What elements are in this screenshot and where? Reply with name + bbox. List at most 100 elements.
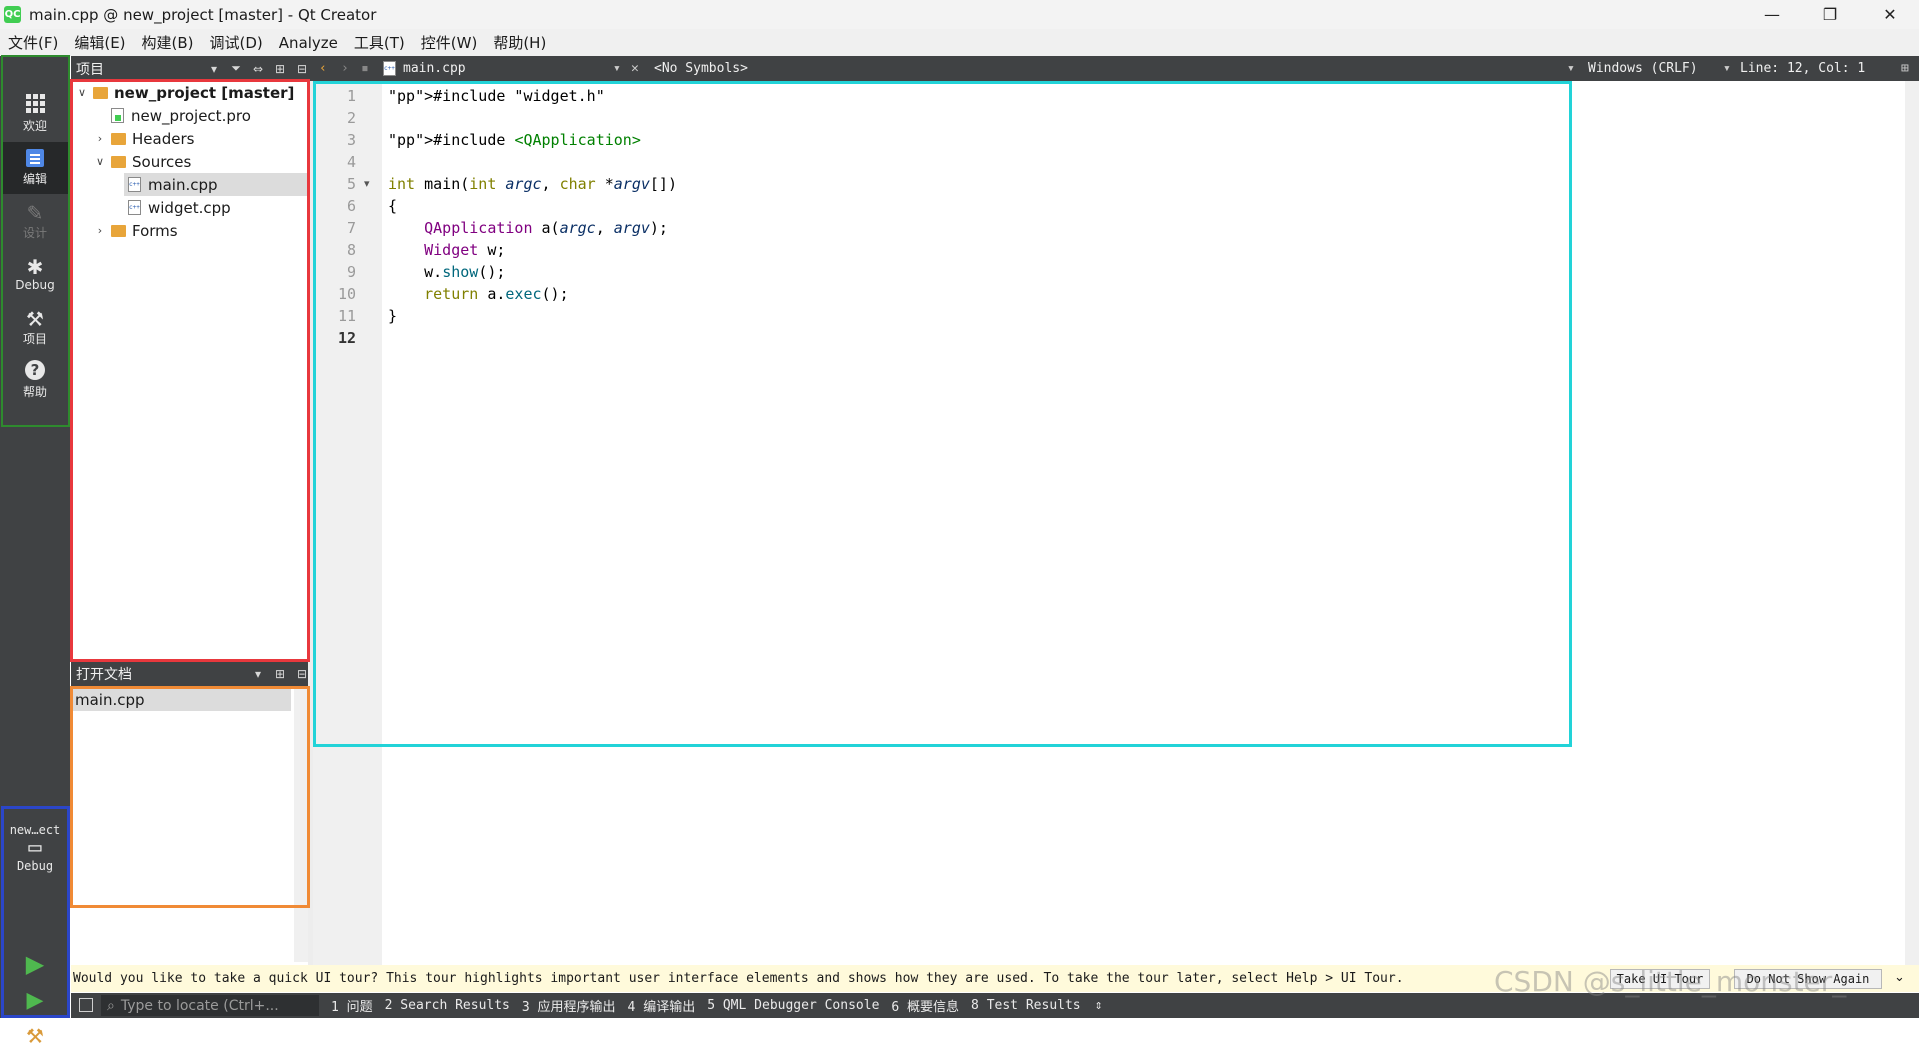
menu-bar: 文件(F) 编辑(E) 构建(B) 调试(D) Analyze 工具(T) 控件… <box>0 29 1919 56</box>
output-pane-tests[interactable]: 8 Test Results <box>971 998 1081 1013</box>
code-line: int main(int argc, char *argv[]) <box>388 175 677 193</box>
line-number: 8 <box>346 241 356 259</box>
link-icon[interactable]: ⇔ <box>247 62 269 76</box>
run-button[interactable]: ▶ <box>2 944 68 984</box>
mode-debug[interactable]: ✱ Debug <box>2 248 68 300</box>
menu-help[interactable]: 帮助(H) <box>485 32 554 53</box>
cpp-file-icon <box>128 177 141 192</box>
mode-help[interactable]: ? 帮助 <box>2 354 68 406</box>
file-selector[interactable]: main.cpp <box>383 56 466 81</box>
cpp-file-icon <box>383 61 396 76</box>
menu-file[interactable]: 文件(F) <box>0 32 66 53</box>
symbols-selector[interactable]: <No Symbols> <box>654 56 748 81</box>
tree-item-label: Forms <box>132 221 178 240</box>
pro-file-icon <box>111 108 124 123</box>
open-doc-label: main.cpp <box>75 690 145 709</box>
line-number: 3 <box>346 131 356 149</box>
line-ending-selector[interactable]: Windows (CRLF) <box>1588 56 1698 81</box>
split-icon[interactable]: ⊞ <box>269 62 291 76</box>
code-editor[interactable] <box>382 81 1919 965</box>
toggle-sidebar-icon[interactable] <box>79 998 93 1012</box>
projects-pane-title: 项目 <box>76 61 104 78</box>
mode-welcome-label: 欢迎 <box>22 119 47 133</box>
output-pane-app-output[interactable]: 3 应用程序输出 <box>522 996 616 1015</box>
split-editor-icon[interactable]: ⊞ <box>1901 56 1909 81</box>
line-number: 2 <box>346 109 356 127</box>
mode-design[interactable]: ✎ 设计 <box>2 195 68 247</box>
tree-project-root[interactable]: ∨ new_project [master] <box>75 81 308 104</box>
output-pane-general[interactable]: 6 概要信息 <box>891 996 959 1015</box>
locator-input[interactable]: ⌕ Type to locate (Ctrl+... <box>101 995 319 1016</box>
tree-item-headers[interactable]: › Headers <box>93 127 195 150</box>
menu-debug[interactable]: 调试(D) <box>202 32 271 53</box>
mode-design-label: 设计 <box>22 225 47 240</box>
chevron-down-icon[interactable]: ∨ <box>93 155 107 168</box>
current-file-name: main.cpp <box>403 61 466 76</box>
split-icon[interactable]: ⊞ <box>269 667 291 681</box>
fold-marker-icon[interactable]: ▾ <box>364 177 370 190</box>
maximize-button[interactable]: ❐ <box>1801 0 1859 29</box>
menu-edit[interactable]: 编辑(E) <box>66 32 133 53</box>
close-document-icon[interactable]: ✕ <box>631 56 639 81</box>
panes-menu-icon[interactable]: ⇕ <box>1095 998 1103 1013</box>
mode-edit[interactable]: 编辑 <box>2 142 68 194</box>
edit-document-icon <box>26 149 44 167</box>
qt-creator-app-icon: QC <box>4 6 21 23</box>
open-docs-header: 打开文档 ▾ ⊞ ⊟ <box>71 661 313 686</box>
tree-item-label: widget.cpp <box>148 198 231 217</box>
cpp-file-icon <box>128 200 141 215</box>
cursor-position-label: Line: 12, Col: 1 <box>1740 61 1866 76</box>
symbols-dropdown-icon[interactable]: ▾ <box>1567 56 1575 81</box>
close-button[interactable]: ✕ <box>1861 0 1919 29</box>
debug-run-button[interactable]: ▶ <box>2 986 68 1016</box>
menu-controls[interactable]: 控件(W) <box>413 32 486 53</box>
nav-forward-icon[interactable]: › <box>341 56 349 81</box>
chevron-right-icon[interactable]: › <box>93 224 107 237</box>
menu-tools[interactable]: 工具(T) <box>346 32 413 53</box>
mode-welcome[interactable]: 欢迎 <box>2 88 68 140</box>
code-line: } <box>388 307 398 325</box>
minimize-button[interactable]: — <box>1743 0 1801 29</box>
help-icon: ? <box>25 360 45 380</box>
kit-selector[interactable]: new…ect ▭ Debug <box>2 806 68 890</box>
wrench-icon: ⚒ <box>26 306 44 331</box>
line-number: 7 <box>346 219 356 237</box>
editor-scrollbar[interactable] <box>1905 81 1919 965</box>
output-pane-search[interactable]: 2 Search Results <box>385 998 510 1013</box>
output-pane-compile[interactable]: 4 编译输出 <box>628 996 696 1015</box>
open-docs-scrollbar[interactable] <box>294 686 308 962</box>
menu-build[interactable]: 构建(B) <box>134 32 202 53</box>
close-pane-icon[interactable]: ⊟ <box>291 62 313 76</box>
banner-collapse-icon[interactable]: ⌄ <box>1894 970 1905 985</box>
pencil-icon: ✎ <box>26 200 44 225</box>
build-button[interactable]: ⚒ <box>2 1018 68 1054</box>
tree-item-main-cpp[interactable]: main.cpp <box>124 173 308 196</box>
tree-item-sources[interactable]: ∨ Sources <box>93 150 191 173</box>
output-pane-issues[interactable]: 1 问题 <box>331 996 373 1015</box>
dropdown-icon[interactable]: ▾ <box>247 667 269 681</box>
line-number: 4 <box>346 153 356 171</box>
chevron-down-icon[interactable]: ∨ <box>75 86 89 99</box>
mode-projects[interactable]: ⚒ 项目 <box>2 301 68 353</box>
mode-edit-label: 编辑 <box>22 172 47 186</box>
menu-analyze[interactable]: Analyze <box>271 34 346 52</box>
chevron-right-icon[interactable]: › <box>93 132 107 145</box>
tree-item-widget-cpp[interactable]: widget.cpp <box>128 196 231 219</box>
line-number: 9 <box>346 263 356 281</box>
nav-back-icon[interactable]: ‹ <box>319 56 327 81</box>
line-number: 1 <box>346 87 356 105</box>
tree-item-forms[interactable]: › Forms <box>93 219 178 242</box>
project-folder-icon <box>93 86 108 99</box>
line-ending-dropdown-icon[interactable]: ▾ <box>1723 56 1731 81</box>
filter-icon[interactable]: ⏷ <box>225 61 247 76</box>
output-pane-qml[interactable]: 5 QML Debugger Console <box>707 998 879 1013</box>
code-line: return a.exec(); <box>424 285 569 303</box>
dropdown-icon[interactable]: ▾ <box>203 62 225 76</box>
cursor-position[interactable]: Line: 12, Col: 1 <box>1740 56 1865 81</box>
folder-icon <box>111 155 126 168</box>
lock-icon: ▪ <box>361 61 369 76</box>
open-doc-item[interactable]: main.cpp <box>73 688 291 711</box>
tree-item-pro[interactable]: new_project.pro <box>111 104 251 127</box>
file-dropdown-icon[interactable]: ▾ <box>613 56 621 81</box>
code-line: "pp">#include "widget.h" <box>388 87 605 105</box>
